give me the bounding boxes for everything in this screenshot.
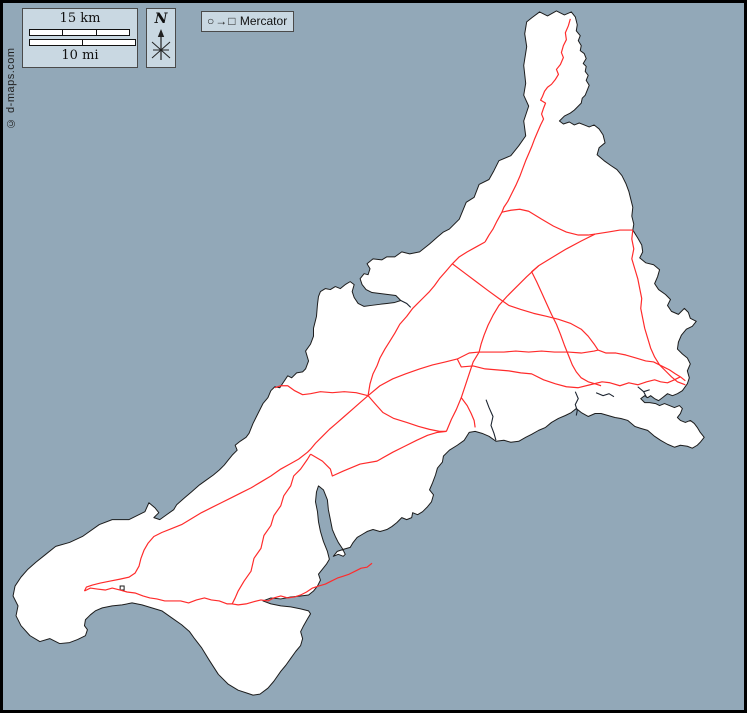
scale-mi-label: 10 mi <box>23 49 137 63</box>
projection-panel: ○→□ Mercator <box>201 11 294 32</box>
north-label: N <box>147 11 175 27</box>
scale-km-bar <box>29 29 130 36</box>
projection-label: Mercator <box>240 14 287 28</box>
scale-bar-panel: 15 km 10 mi <box>22 8 138 68</box>
scale-mi-bar <box>29 39 136 46</box>
islet <box>120 586 124 590</box>
projection-transform-icon: ○→□ <box>207 14 237 28</box>
attribution-text: © d-maps.com <box>5 9 17 129</box>
map-canvas: © d-maps.com 15 km 10 mi N ○→□ Mercator <box>0 0 747 713</box>
county-landmass-outline <box>13 11 704 695</box>
north-indicator-panel: N <box>146 8 176 68</box>
compass-rose-icon <box>147 27 175 65</box>
cornwall-map-svg <box>3 3 744 710</box>
scale-km-label: 15 km <box>23 12 137 26</box>
